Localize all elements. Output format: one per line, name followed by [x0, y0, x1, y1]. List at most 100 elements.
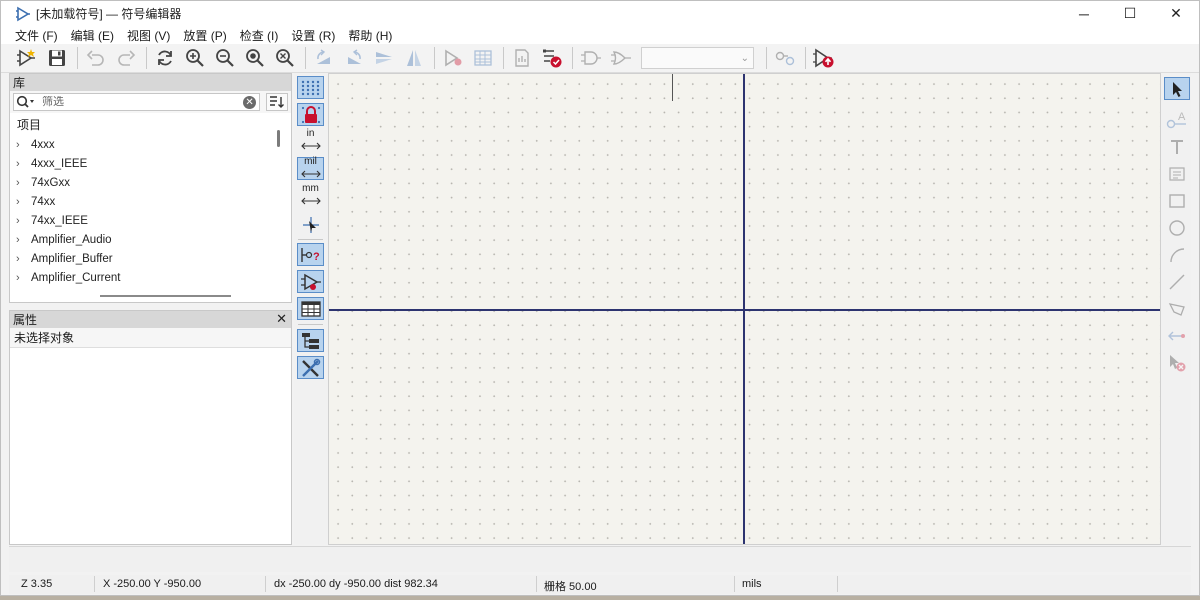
close-button[interactable]: ✕: [1153, 1, 1199, 26]
grid-overrides-button[interactable]: [297, 103, 324, 126]
zoom-out-button[interactable]: [211, 45, 239, 71]
edit-tools-toggle[interactable]: [297, 356, 324, 379]
datasheet-button[interactable]: [508, 45, 536, 71]
status-separator: [837, 576, 838, 592]
select-tool-button[interactable]: [1164, 77, 1190, 100]
redo-button[interactable]: [112, 45, 140, 71]
show-symbol-tree-toggle[interactable]: [297, 270, 324, 293]
show-pin-electrical-type-toggle[interactable]: ?: [297, 243, 324, 266]
add-polygon-button[interactable]: [1164, 297, 1190, 320]
show-pin-electrical-type-button[interactable]: [771, 45, 799, 71]
status-separator: [265, 576, 266, 592]
sort-icon: [270, 96, 285, 108]
add-arc-button[interactable]: [1164, 243, 1190, 266]
close-icon[interactable]: ✕: [276, 311, 287, 327]
text-icon: [1171, 139, 1183, 154]
library-item-label: Amplifier_Audio: [31, 233, 112, 246]
de-morgan-alternate-button[interactable]: [607, 45, 635, 71]
undo-button[interactable]: [82, 45, 110, 71]
library-item-label: 4xxx: [31, 138, 55, 151]
library-item-label: 74xx: [31, 195, 56, 208]
symbol-editor-window: [未加载符号] — 符号编辑器 ─ ☐ ✕ 文件 (F) 编辑 (E) 视图 (…: [0, 0, 1200, 596]
add-rectangle-button[interactable]: [1164, 189, 1190, 212]
unit-in-label: in: [306, 127, 315, 139]
library-item-label: 74xGxx: [31, 176, 70, 189]
menu-place[interactable]: 放置 (P): [183, 27, 226, 44]
menu-bar: 文件 (F) 编辑 (E) 视图 (V) 放置 (P) 检查 (I) 设置 (R…: [1, 26, 1199, 44]
library-item[interactable]: › Amplifier_Buffer: [16, 249, 291, 268]
menu-help[interactable]: 帮助 (H): [348, 27, 392, 44]
menu-inspect[interactable]: 检查 (I): [240, 27, 279, 44]
chevron-right-icon[interactable]: ›: [16, 139, 31, 151]
zoom-in-icon: [186, 49, 204, 67]
zoom-to-objects-button[interactable]: [271, 45, 299, 71]
menu-file[interactable]: 文件 (F): [15, 27, 58, 44]
canvas-cursor-line: [672, 74, 673, 101]
check-symbol-button[interactable]: [538, 45, 566, 71]
properties-panel-title: 属性: [13, 313, 38, 327]
refresh-button[interactable]: [151, 45, 179, 71]
menu-view[interactable]: 视图 (V): [127, 27, 170, 44]
de-morgan-standard-button[interactable]: [577, 45, 605, 71]
library-item[interactable]: › 74xx_IEEE: [16, 211, 291, 230]
chevron-right-icon[interactable]: ›: [16, 253, 31, 265]
add-pin-button[interactable]: A: [1164, 108, 1190, 131]
chevron-right-icon[interactable]: ›: [16, 215, 31, 227]
minimize-button[interactable]: ─: [1061, 1, 1107, 26]
library-item[interactable]: › 4xxx: [16, 135, 291, 154]
delete-tool-button[interactable]: [1164, 351, 1190, 374]
chevron-right-icon[interactable]: ›: [16, 234, 31, 246]
library-item[interactable]: › Amplifier_Audio: [16, 230, 291, 249]
library-filter-box: ✕: [13, 93, 261, 111]
add-text-button[interactable]: [1164, 135, 1190, 158]
add-line-button[interactable]: [1164, 270, 1190, 293]
drawing-canvas[interactable]: [328, 73, 1161, 545]
rotate-ccw-button[interactable]: [310, 45, 338, 71]
toggle-grid-button[interactable]: [297, 76, 324, 99]
properties-empty-text: 未选择对象: [10, 328, 291, 348]
status-zoom: Z 3.35: [21, 578, 53, 590]
library-item[interactable]: › 74xGxx: [16, 173, 291, 192]
library-filter-input[interactable]: [42, 96, 232, 108]
zoom-fit-button[interactable]: [241, 45, 269, 71]
chevron-right-icon[interactable]: ›: [16, 272, 31, 284]
zoom-in-button[interactable]: [181, 45, 209, 71]
units-mm-button[interactable]: mm: [297, 183, 324, 207]
library-item[interactable]: › 74xx: [16, 192, 291, 211]
units-mils-button[interactable]: mil: [297, 156, 324, 180]
unit-selector-dropdown[interactable]: ⌄: [641, 47, 754, 69]
mirror-horizontal-icon: [407, 50, 421, 66]
clear-filter-icon[interactable]: ✕: [243, 96, 257, 109]
mirror-vertical-button[interactable]: [370, 45, 398, 71]
save-button[interactable]: [43, 45, 71, 71]
pin-table-button[interactable]: [469, 45, 497, 71]
add-circle-button[interactable]: [1164, 216, 1190, 239]
full-crosshair-button[interactable]: [297, 213, 324, 236]
units-inches-button[interactable]: in: [297, 127, 324, 152]
add-textbox-button[interactable]: [1164, 162, 1190, 185]
symbol-properties-button[interactable]: [439, 45, 467, 71]
search-icon[interactable]: [16, 95, 36, 109]
update-symbol-button[interactable]: [810, 45, 838, 71]
library-item[interactable]: › 4xxx_IEEE: [16, 154, 291, 173]
toolbar-separator: [503, 47, 504, 69]
new-symbol-button[interactable]: [13, 45, 41, 71]
library-horizontal-scrollbar[interactable]: [100, 295, 231, 297]
rotate-cw-button[interactable]: [340, 45, 368, 71]
library-item[interactable]: › Amplifier_Current: [16, 268, 291, 287]
de-morgan-alternate-icon: [611, 51, 631, 65]
library-sort-button[interactable]: [266, 93, 288, 111]
menu-preferences[interactable]: 设置 (R): [291, 27, 335, 44]
hierarchy-navigator-toggle[interactable]: [297, 329, 324, 352]
check-symbol-icon: [543, 49, 562, 68]
chevron-right-icon[interactable]: ›: [16, 196, 31, 208]
chevron-right-icon[interactable]: ›: [16, 158, 31, 170]
properties-panel-toggle[interactable]: [297, 297, 324, 320]
menu-edit[interactable]: 编辑 (E): [71, 27, 114, 44]
maximize-button[interactable]: ☐: [1107, 1, 1153, 26]
mirror-horizontal-button[interactable]: [400, 45, 428, 71]
set-anchor-button[interactable]: [1164, 324, 1190, 347]
chevron-right-icon[interactable]: ›: [16, 177, 31, 189]
status-separator: [536, 576, 537, 592]
library-vertical-scrollbar[interactable]: [277, 130, 280, 147]
